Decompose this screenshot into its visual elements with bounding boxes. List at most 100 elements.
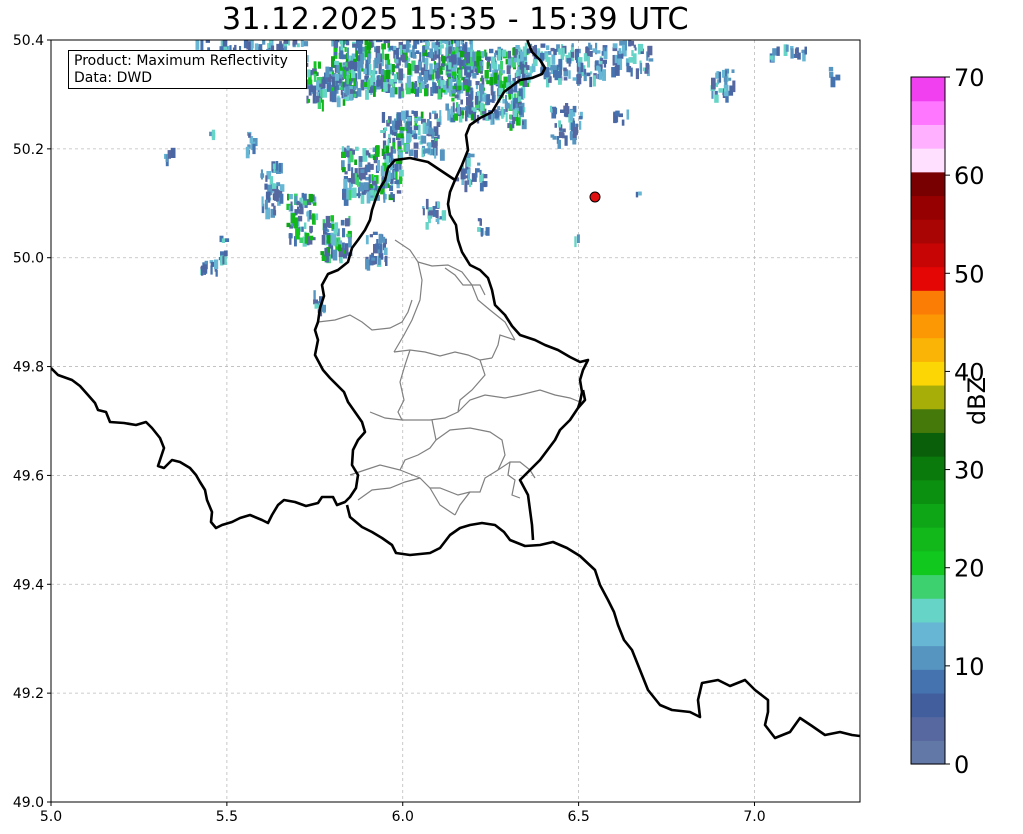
radar-echo-pixel [486, 56, 491, 61]
colorbar-segment [911, 716, 945, 741]
radar-echo-pixel [604, 46, 607, 52]
radar-echo-pixel [224, 256, 227, 265]
radar-echo-pixel [436, 201, 441, 208]
radar-echo-pixel [477, 227, 481, 232]
radar-echo-pixel [492, 63, 498, 70]
radar-echo-pixel [316, 95, 320, 103]
radar-echo-pixel [365, 235, 369, 245]
radar-echo-pixel [558, 131, 564, 138]
radar-echo-pixel [296, 201, 301, 206]
radar-echo-pixel [477, 65, 481, 74]
radar-echo-pixel [385, 69, 391, 79]
radar-echo-pixel [321, 99, 324, 112]
radar-echo-pixel [445, 103, 449, 111]
radar-echo-pixel [347, 163, 351, 172]
radar-echo-pixel [387, 59, 391, 65]
radar-echo-pixel [344, 46, 347, 52]
radar-echo-pixel [307, 98, 311, 103]
radar-echo-pixel [540, 43, 546, 48]
radar-echo-pixel [425, 58, 429, 70]
radar-echo-pixel [513, 93, 517, 99]
radar-echo-pixel [387, 183, 390, 188]
radar-echo-pixel [381, 43, 386, 50]
radar-echo-pixel [365, 89, 369, 100]
radar-echo-pixel [785, 44, 789, 52]
colorbar-segment [911, 124, 945, 149]
radar-echo-pixel [569, 109, 574, 121]
radar-echo-pixel [349, 89, 354, 94]
radar-echo-pixel [224, 238, 230, 242]
radar-echo-pixel [406, 75, 411, 88]
radar-echo-pixel [329, 67, 333, 72]
radar-echo-pixel [312, 85, 317, 94]
radar-echo-pixel [532, 59, 538, 67]
radar-echo-pixel [340, 40, 344, 51]
colorbar-segment [911, 645, 945, 670]
info-box: Product: Maximum Reflectivity Data: DWD [68, 50, 307, 89]
radar-echo-pixel [363, 182, 369, 191]
radar-echo-pixel [441, 210, 447, 221]
radar-echo-pixel [365, 258, 369, 270]
radar-echo-pixel [200, 40, 204, 51]
radar-echo-pixel [612, 55, 615, 66]
radar-echo-pixel [576, 234, 580, 243]
radar-echo-pixel [458, 69, 462, 79]
radar-echo-pixel [389, 185, 394, 191]
radar-echo-pixel [472, 51, 476, 62]
radar-echo-pixel [524, 42, 528, 48]
radar-echo-pixel [304, 222, 307, 230]
radar-echo-pixel [552, 135, 557, 140]
radar-echo-pixel [560, 109, 565, 113]
radar-echo-pixel [411, 110, 414, 114]
colorbar-segment [911, 479, 945, 505]
radar-echo-pixel [455, 31, 457, 34]
radar-echo-pixel [297, 215, 303, 222]
radar-echo-pixel [451, 97, 455, 102]
radar-echo-pixel [536, 50, 540, 56]
radar-echo-pixel [297, 209, 302, 214]
radar-echo-pixel [273, 205, 276, 216]
radar-echo-pixel [451, 54, 457, 65]
radar-echo-pixel [490, 85, 494, 96]
radar-echo-pixel [513, 97, 518, 104]
y-tick-label: 49.6 [13, 468, 44, 484]
radar-echo-pixel [288, 194, 293, 200]
radar-echo-pixel [413, 82, 416, 89]
radar-echo-pixel [377, 160, 380, 171]
radar-echo-pixel [389, 87, 395, 98]
radar-echo-pixel [419, 52, 422, 61]
radar-echo-pixel [546, 45, 550, 50]
radar-echo-pixel [382, 34, 386, 38]
radar-echo-pixel [420, 40, 423, 43]
radar-echo-pixel [568, 70, 571, 79]
radar-echo-pixel [598, 71, 603, 80]
radar-echo-pixel [612, 43, 618, 49]
colorbar-tick-label: 10 [954, 653, 985, 681]
radar-echo-pixel [465, 52, 470, 64]
colorbar-segment [911, 527, 945, 552]
radar-echo-pixel [275, 161, 279, 171]
radar-echo-pixel [349, 93, 353, 101]
radar-echo-pixel [351, 187, 357, 198]
product-label: Product: Maximum Reflectivity [74, 53, 288, 69]
radar-echo-pixel [376, 53, 381, 64]
radar-echo-pixel [718, 71, 722, 83]
radar-echo-pixel [349, 60, 354, 70]
radar-echo-pixel [252, 143, 256, 155]
radar-echo-pixel [398, 152, 403, 158]
colorbar-segment [911, 456, 945, 481]
radar-echo-pixel [309, 235, 314, 241]
radar-echo-pixel [359, 156, 363, 162]
radar-echo-pixel [301, 226, 304, 232]
radar-echo-pixel [505, 59, 509, 65]
radar-echo-pixel [484, 49, 487, 57]
radar-echo-pixel [596, 65, 600, 71]
radar-echo-pixel [500, 61, 503, 70]
radar-echo-pixel [592, 75, 596, 87]
radar-echo-pixel [260, 169, 263, 180]
radar-echo-pixel [387, 119, 390, 123]
colorbar-segment [911, 621, 945, 647]
radar-echo-pixel [462, 47, 465, 51]
colorbar-segment [911, 598, 945, 623]
radar-echo-pixel [640, 43, 644, 52]
